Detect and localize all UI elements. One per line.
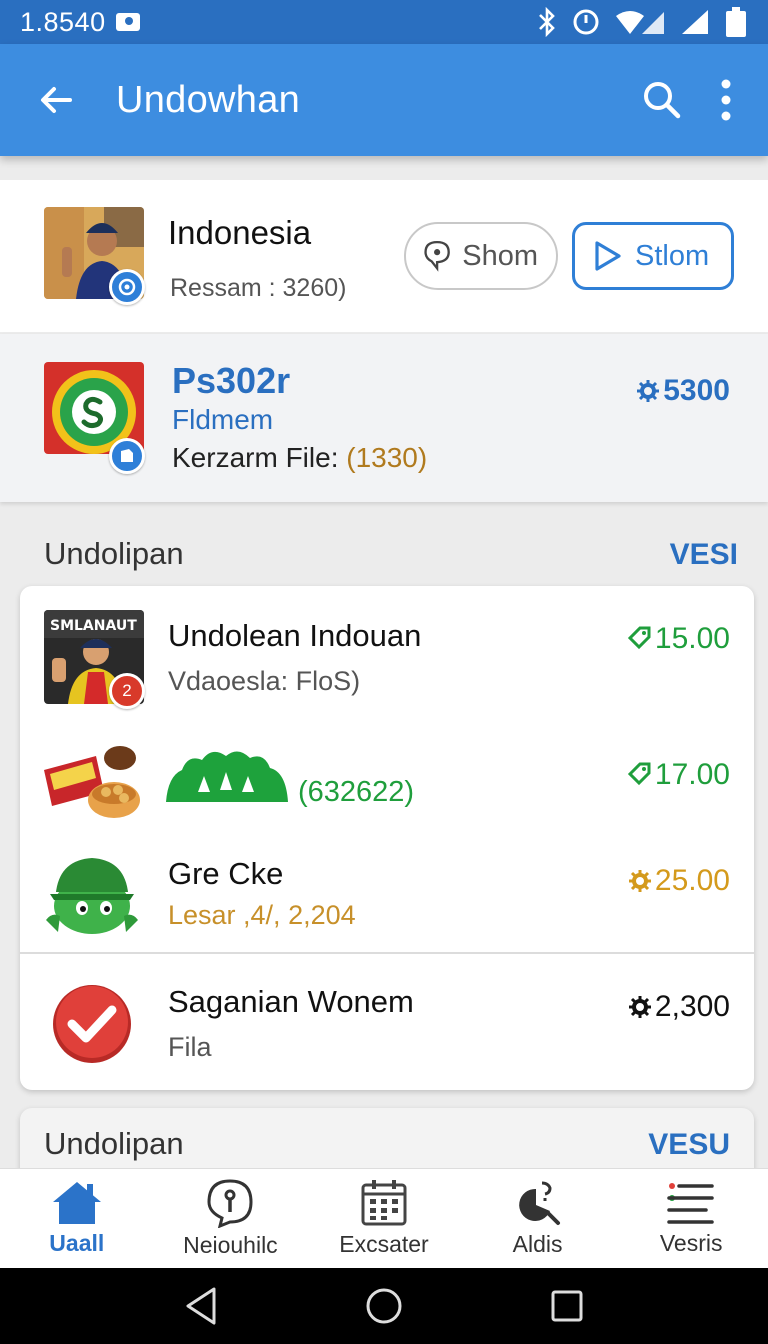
section-heading: Undolipan: [44, 1126, 184, 1161]
gear-coin-icon: [628, 996, 651, 1018]
item-subtitle: Lesar ,4/, 2,204: [168, 900, 356, 930]
status-bar: 1.8540: [0, 0, 768, 44]
item-count-badge: 2: [109, 673, 145, 709]
item-title: Saganian Wonem: [168, 984, 414, 1019]
channel-title: Indonesia: [168, 214, 312, 251]
featured-price: 5300: [637, 374, 730, 408]
system-navigation-bar: [0, 1268, 768, 1344]
featured-card[interactable]: Ps302r Fldmem Kerzarm File: (1330) 5300: [0, 334, 768, 502]
svg-text:SMLANAUT: SMLANAUT: [50, 618, 137, 634]
item-thumbnail: [42, 740, 142, 824]
nav-tab-calendar[interactable]: Excsater: [307, 1169, 461, 1268]
show-button[interactable]: Shom: [404, 222, 558, 290]
item-price: 17.00: [627, 758, 730, 792]
section-heading: Undolipan: [44, 536, 184, 571]
notification-icon: [115, 13, 140, 31]
list-item[interactable]: Gre Cke Lesar ,4/, 2,204 25.00: [20, 836, 754, 954]
pie-chart-icon: [518, 1181, 560, 1225]
more-options-icon[interactable]: [720, 79, 732, 121]
channel-subtitle: Ressam : 3260): [170, 274, 347, 302]
battery-icon: [724, 6, 748, 38]
bottom-navigation: Uaall Neiouhilc Excsater Aldis Vesris: [0, 1168, 768, 1268]
calendar-icon: [361, 1180, 407, 1226]
play-icon: [595, 241, 621, 271]
app-bar: Undowhan: [0, 44, 768, 156]
search-icon[interactable]: [642, 80, 682, 120]
show-button-label: Shom: [462, 239, 538, 272]
gear-coin-icon: [637, 380, 660, 402]
alarm-icon: [572, 8, 600, 36]
featured-badge-icon: [109, 438, 145, 474]
item-list: SMLANAUT 2 Undolean Indouan Vdaoesla: Fl…: [20, 586, 754, 1090]
section-view-link[interactable]: VESU: [648, 1128, 730, 1162]
gear-coin-icon: [628, 870, 651, 892]
info-bubble-icon: [207, 1179, 253, 1228]
stream-button[interactable]: Stlom: [572, 222, 734, 290]
verified-badge-icon: [109, 269, 145, 305]
tag-icon: [627, 762, 651, 786]
tag-icon: [627, 626, 651, 650]
featured-meta-label: Kerzarm File:: [172, 442, 347, 473]
cell-signal-icon: [680, 8, 710, 36]
item-subtitle: Fila: [168, 1032, 212, 1062]
list-item[interactable]: SMLANAUT 2 Undolean Indouan Vdaoesla: Fl…: [20, 586, 754, 712]
item-title: Gre Cke: [168, 856, 284, 891]
nav-tab-analytics[interactable]: Aldis: [461, 1169, 615, 1268]
item-price: 2,300: [628, 990, 730, 1024]
featured-title: Ps302r: [172, 360, 291, 401]
page-title: Undowhan: [116, 78, 301, 121]
item-price: 25.00: [628, 864, 730, 898]
home-icon: [52, 1182, 101, 1224]
nav-tab-home[interactable]: Uaall: [0, 1169, 154, 1268]
item-thumbnail: [46, 850, 138, 938]
wifi-signal-icon: [614, 8, 666, 36]
nav-tab-list[interactable]: Vesris: [614, 1169, 768, 1268]
featured-meta-count: (1330): [346, 442, 428, 473]
bluetooth-icon: [536, 7, 558, 37]
item-title: Undolean Indouan: [168, 618, 422, 653]
forest-logo-icon: [164, 746, 290, 809]
back-arrow-icon[interactable]: [38, 82, 74, 118]
nav-tab-info[interactable]: Neiouhilc: [154, 1169, 308, 1268]
checkmark-icon: [50, 982, 134, 1071]
system-back-icon[interactable]: [184, 1286, 218, 1326]
featured-meta: Kerzarm File: (1330): [172, 442, 427, 474]
stream-button-label: Stlom: [635, 239, 710, 272]
item-price: 15.00: [627, 622, 730, 656]
item-subtitle: (632622): [298, 776, 415, 808]
system-home-icon[interactable]: [365, 1287, 403, 1325]
list-item[interactable]: (632622) 17.00: [20, 726, 754, 836]
status-icons: [536, 6, 748, 38]
item-subtitle: Vdaoesla: FloS): [168, 666, 361, 696]
location-pin-icon: [424, 240, 450, 272]
list-item[interactable]: Saganian Wonem Fila 2,300: [20, 956, 754, 1086]
status-time: 1.8540: [20, 6, 106, 37]
section-view-link[interactable]: VESI: [670, 538, 738, 572]
list-icon: [667, 1183, 714, 1224]
system-recents-icon[interactable]: [550, 1289, 584, 1323]
featured-subtitle: Fldmem: [172, 404, 274, 435]
